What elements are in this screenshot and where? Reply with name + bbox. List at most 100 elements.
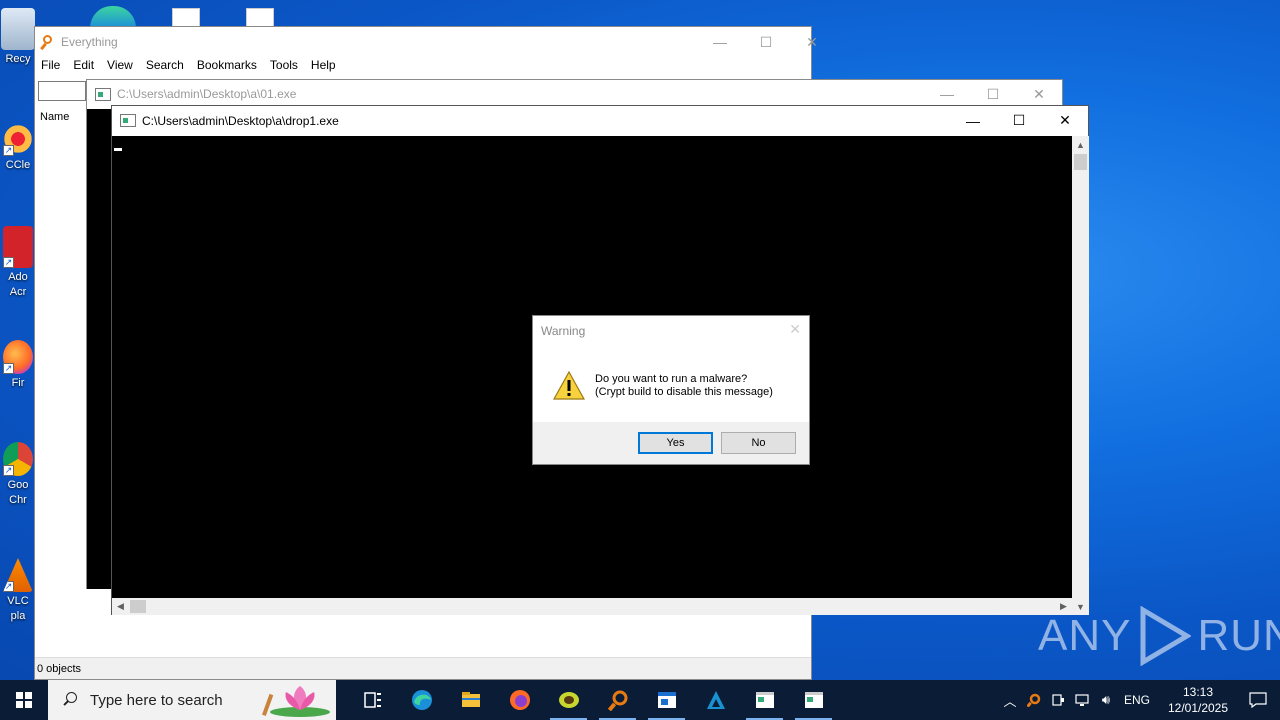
console-drop1-titlebar[interactable]: C:\Users\admin\Desktop\a\drop1.exe — ☐ ✕ — [112, 106, 1088, 135]
edge-desktop-icon[interactable] — [90, 6, 136, 28]
menu-search[interactable]: Search — [146, 58, 184, 72]
desktop-icon-chrome[interactable]: ↗ Goo Chr — [0, 442, 36, 508]
taskbar-arch[interactable] — [691, 680, 740, 720]
task-view-button[interactable] — [348, 680, 397, 720]
console-icon — [804, 692, 823, 708]
window-app-icon — [657, 692, 676, 708]
taskbar-console-01[interactable] — [740, 680, 789, 720]
dialog-message: Do you want to run a malware? (Crypt bui… — [595, 373, 773, 399]
menu-file[interactable]: File — [41, 58, 60, 72]
warning-icon — [553, 371, 585, 400]
status-text: 0 objects — [37, 663, 82, 675]
desktop-icon-label: Recy — [5, 53, 31, 65]
chrome-icon: ↗ — [3, 442, 33, 476]
scrollbar-thumb[interactable] — [130, 600, 146, 613]
minimize-button[interactable]: — — [950, 106, 996, 135]
notification-icon — [1249, 692, 1267, 708]
status-bar: 0 objects — [35, 657, 811, 679]
taskbar-edge[interactable] — [397, 680, 446, 720]
taskbar-everything[interactable] — [593, 680, 642, 720]
close-button[interactable]: ✕ — [1016, 80, 1062, 108]
desktop-icon-label-1: Goo — [7, 479, 29, 491]
taskbar: Type here to search ︿ 🔊︎ ENG 13:13 12/01… — [0, 680, 1280, 720]
watermark-left: ANY — [1038, 611, 1132, 660]
search-placeholder: Type here to search — [90, 691, 223, 709]
show-hidden-icons-chevron-up-icon[interactable]: ︿ — [998, 680, 1022, 720]
clock[interactable]: 13:13 12/01/2025 — [1160, 684, 1236, 716]
dialog-message-line2: (Crypt build to disable this message) — [595, 386, 773, 398]
close-icon[interactable]: ✕ — [789, 321, 801, 338]
taskbar-winrar[interactable] — [544, 680, 593, 720]
taskbar-window-app[interactable] — [642, 680, 691, 720]
device-icon[interactable] — [1046, 680, 1070, 720]
desktop-icon-label-1: VLC — [7, 595, 29, 607]
desktop-icon-adobe[interactable]: ↗ Ado Acr — [0, 226, 36, 300]
search-icon — [62, 692, 78, 708]
desktop-icon-vlc[interactable]: ↗ VLC pla — [0, 558, 36, 624]
menu-tools[interactable]: Tools — [270, 58, 298, 72]
minimize-button[interactable]: — — [697, 27, 743, 57]
language-indicator[interactable]: ENG — [1124, 693, 1150, 707]
everything-icon — [607, 690, 627, 711]
maximize-button[interactable]: ☐ — [743, 27, 789, 57]
desktop-icon-ccleaner[interactable]: ↗ CCle — [0, 122, 36, 173]
everything-tray-icon[interactable] — [1022, 680, 1046, 720]
desktop-icon-label-2: Chr — [9, 494, 27, 506]
play-logo-icon — [1140, 606, 1192, 666]
horizontal-scrollbar[interactable]: ◀ ▶ ▼ — [112, 598, 1089, 615]
yes-button[interactable]: Yes — [638, 432, 713, 454]
desktop-icon-label-2: Acr — [9, 286, 27, 298]
maximize-button[interactable]: ☐ — [996, 106, 1042, 135]
start-button[interactable] — [0, 680, 48, 720]
taskbar-file-explorer[interactable] — [446, 680, 495, 720]
console-icon — [95, 87, 111, 101]
warning-dialog[interactable]: Warning ✕ Do you want to run a malware? … — [532, 315, 810, 465]
console-icon — [755, 692, 774, 708]
desktop-icon-firefox[interactable]: ↗ Fir — [0, 340, 36, 391]
search-input[interactable] — [38, 81, 86, 101]
vertical-scrollbar[interactable]: ▲ — [1072, 136, 1089, 598]
console-01-titlebar[interactable]: C:\Users\admin\Desktop\a\01.exe — ☐ ✕ — [87, 80, 1062, 108]
dialog-title: Warning — [541, 324, 586, 338]
menu-view[interactable]: View — [107, 58, 133, 72]
maximize-button[interactable]: ☐ — [970, 80, 1016, 108]
window-title: Everything — [61, 35, 118, 49]
taskbar-firefox[interactable] — [495, 680, 544, 720]
menu-bookmarks[interactable]: Bookmarks — [197, 58, 257, 72]
desktop-icon-label-1: Ado — [8, 271, 28, 283]
window-title: C:\Users\admin\Desktop\a\01.exe — [117, 87, 297, 101]
taskbar-console-drop1[interactable] — [789, 680, 838, 720]
firefox-icon: ↗ — [3, 340, 33, 374]
winrar-icon — [558, 692, 579, 708]
notification-center-button[interactable] — [1236, 680, 1280, 720]
recycle-bin-icon — [1, 8, 35, 50]
task-view-icon — [363, 692, 381, 708]
volume-icon[interactable]: 🔊︎ — [1094, 680, 1118, 720]
firefox-icon — [509, 690, 530, 710]
network-icon[interactable] — [1070, 680, 1094, 720]
menu-help[interactable]: Help — [311, 58, 336, 72]
dialog-message-line1: Do you want to run a malware? — [595, 373, 748, 385]
column-header-name[interactable]: Name — [40, 111, 69, 123]
system-tray: ︿ 🔊︎ ENG 13:13 12/01/2025 — [998, 680, 1280, 720]
scrollbar-thumb[interactable] — [1074, 154, 1087, 170]
taskbar-search-box[interactable]: Type here to search — [48, 680, 336, 720]
close-button[interactable]: ✕ — [1042, 106, 1088, 135]
vlc-icon: ↗ — [3, 558, 33, 592]
file-explorer-icon — [461, 692, 480, 707]
desktop-icon-label: Fir — [11, 377, 25, 389]
menu-edit[interactable]: Edit — [73, 58, 94, 72]
scroll-left-arrow-icon[interactable]: ◀ — [112, 598, 129, 615]
network-glyph-icon — [1075, 694, 1089, 706]
no-button[interactable]: No — [721, 432, 796, 454]
menu-bar: File Edit View Search Bookmarks Tools He… — [35, 55, 349, 75]
lotus-decoration-icon — [262, 686, 330, 717]
windows-logo-icon — [16, 692, 32, 708]
scroll-up-arrow-icon[interactable]: ▲ — [1072, 136, 1089, 153]
minimize-button[interactable]: — — [924, 80, 970, 108]
watermark-right: RUN — [1197, 611, 1280, 660]
everything-titlebar[interactable]: Everything — ☐ ✕ — [35, 27, 818, 57]
desktop-icon-recycle-bin[interactable]: Recy — [0, 8, 36, 67]
close-button[interactable]: ✕ — [789, 27, 835, 57]
device-glyph-icon — [1052, 694, 1064, 706]
